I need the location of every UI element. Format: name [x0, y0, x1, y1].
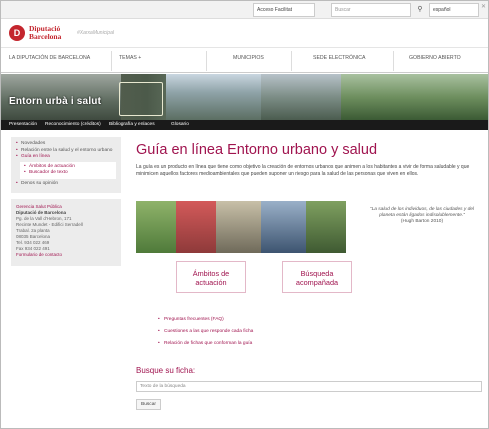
quote-text: “La salud de los individuos, de las ciud… [370, 207, 474, 218]
utility-bar: Acceso Facilitat Buscar ⚲ español ✕ [1, 1, 488, 19]
nav-item-municipios[interactable]: MUNICIPIOS [233, 55, 264, 61]
action-buttons: Ámbitos de actuación Búsqueda acompañada [176, 261, 376, 297]
banner-photo-square [261, 74, 341, 120]
logo-row: D Diputació Barcelona #XarxaMunicipal [1, 20, 488, 48]
subnav-glosario[interactable]: Glosario [171, 122, 189, 127]
photo-bike-lane [176, 201, 216, 253]
main-content: Guía en línea Entorno urbano y salud La … [136, 141, 486, 410]
browser-page: Acceso Facilitat Buscar ⚲ español ✕ D Di… [0, 0, 489, 429]
busqueda-button[interactable]: Búsqueda acompañada [282, 261, 352, 293]
nav-divider [291, 51, 292, 71]
nav-item-gobierno[interactable]: GOBIERNO ABIERTO [409, 55, 461, 61]
quote-author: (Hugh Barton 2010) [400, 219, 444, 224]
ambitos-button[interactable]: Ámbitos de actuación [176, 261, 246, 293]
search-input[interactable]: Texto de la búsqueda [136, 381, 482, 392]
contact-form-link[interactable]: Formulario de contacto [16, 252, 116, 258]
main-navigation: LA DIPUTACIÓN DE BARCELONA TEMAS + MUNIC… [1, 49, 488, 73]
search-icon[interactable]: ⚲ [413, 3, 427, 17]
nav-divider [206, 51, 207, 71]
banner-photo-walkway [166, 74, 261, 120]
banner-photo-park [341, 74, 488, 120]
nav-item-sede[interactable]: SEDE ELECTRÓNICA [313, 55, 365, 61]
houses-icon [119, 82, 163, 116]
nav-divider [393, 51, 394, 71]
sidebar-item-opinion[interactable]: Denos su opinión [16, 181, 116, 188]
page-title: Guía en línea Entorno urbano y salud [136, 142, 378, 158]
photo-trees [136, 201, 176, 253]
search-label: Busque su ficha: [136, 366, 196, 375]
language-select[interactable]: español [429, 3, 479, 17]
sidebar-menu: Novedades Relación entre la salud y el e… [11, 137, 121, 193]
nav-item-diputacion[interactable]: LA DIPUTACIÓN DE BARCELONA [9, 55, 90, 61]
photo-park [306, 201, 346, 253]
site-search-input[interactable]: Buscar [331, 3, 411, 17]
hero-banner: Entorn urbà i salut [1, 74, 488, 120]
photo-cyclists [216, 201, 261, 253]
banner-title: Entorn urbà i salut [9, 96, 102, 107]
quote-block: “La salud de los individuos, de las ciud… [362, 207, 482, 225]
sidebar-item-guia[interactable]: Guía en línea [16, 154, 116, 161]
logo-line2: Barcelona [29, 32, 62, 41]
sidebar-item-buscador[interactable]: Buscador de texto [24, 170, 112, 177]
photo-strip [136, 201, 346, 253]
photo-solar-panels [261, 201, 306, 253]
section-navigation: Presentación Reconocimiento (créditos) B… [1, 120, 488, 130]
subnav-presentacion[interactable]: Presentación [9, 122, 37, 127]
close-icon[interactable]: ✕ [481, 3, 486, 10]
diputacio-logo-text[interactable]: Diputació Barcelona [29, 25, 61, 41]
sidebar: Novedades Relación entre la salud y el e… [11, 137, 121, 266]
nav-item-temas[interactable]: TEMAS + [119, 55, 141, 61]
nav-divider [111, 51, 112, 71]
link-cuestiones[interactable]: Cuestiones a las que responde cada ficha [158, 326, 418, 338]
accessibility-link[interactable]: Acceso Facilitat [253, 3, 315, 17]
intro-paragraph: La guía es un producto en línea que tien… [136, 164, 470, 177]
sidebar-submenu: Ámbitos de actuación Buscador de texto [20, 161, 116, 179]
link-list: Preguntas frecuentes (FAQ) Cuestiones a … [158, 314, 418, 350]
link-faq[interactable]: Preguntas frecuentes (FAQ) [158, 314, 418, 326]
search-section: Busque su ficha: Texto de la búsqueda Bu… [136, 366, 486, 410]
subnav-bibliografia[interactable]: Bibliografía y enlaces [109, 122, 155, 127]
hashtag-label: #XarxaMunicipal [77, 30, 114, 36]
subnav-creditos[interactable]: Reconocimiento (créditos) [45, 122, 101, 127]
diputacio-logo-icon[interactable]: D [9, 25, 25, 41]
link-relacion-fichas[interactable]: Relación de fichas que conforman la guía [158, 338, 418, 350]
search-button[interactable]: Buscar [136, 399, 161, 410]
contact-box: Gerencia Salut Pública Diputació de Barc… [11, 199, 121, 266]
